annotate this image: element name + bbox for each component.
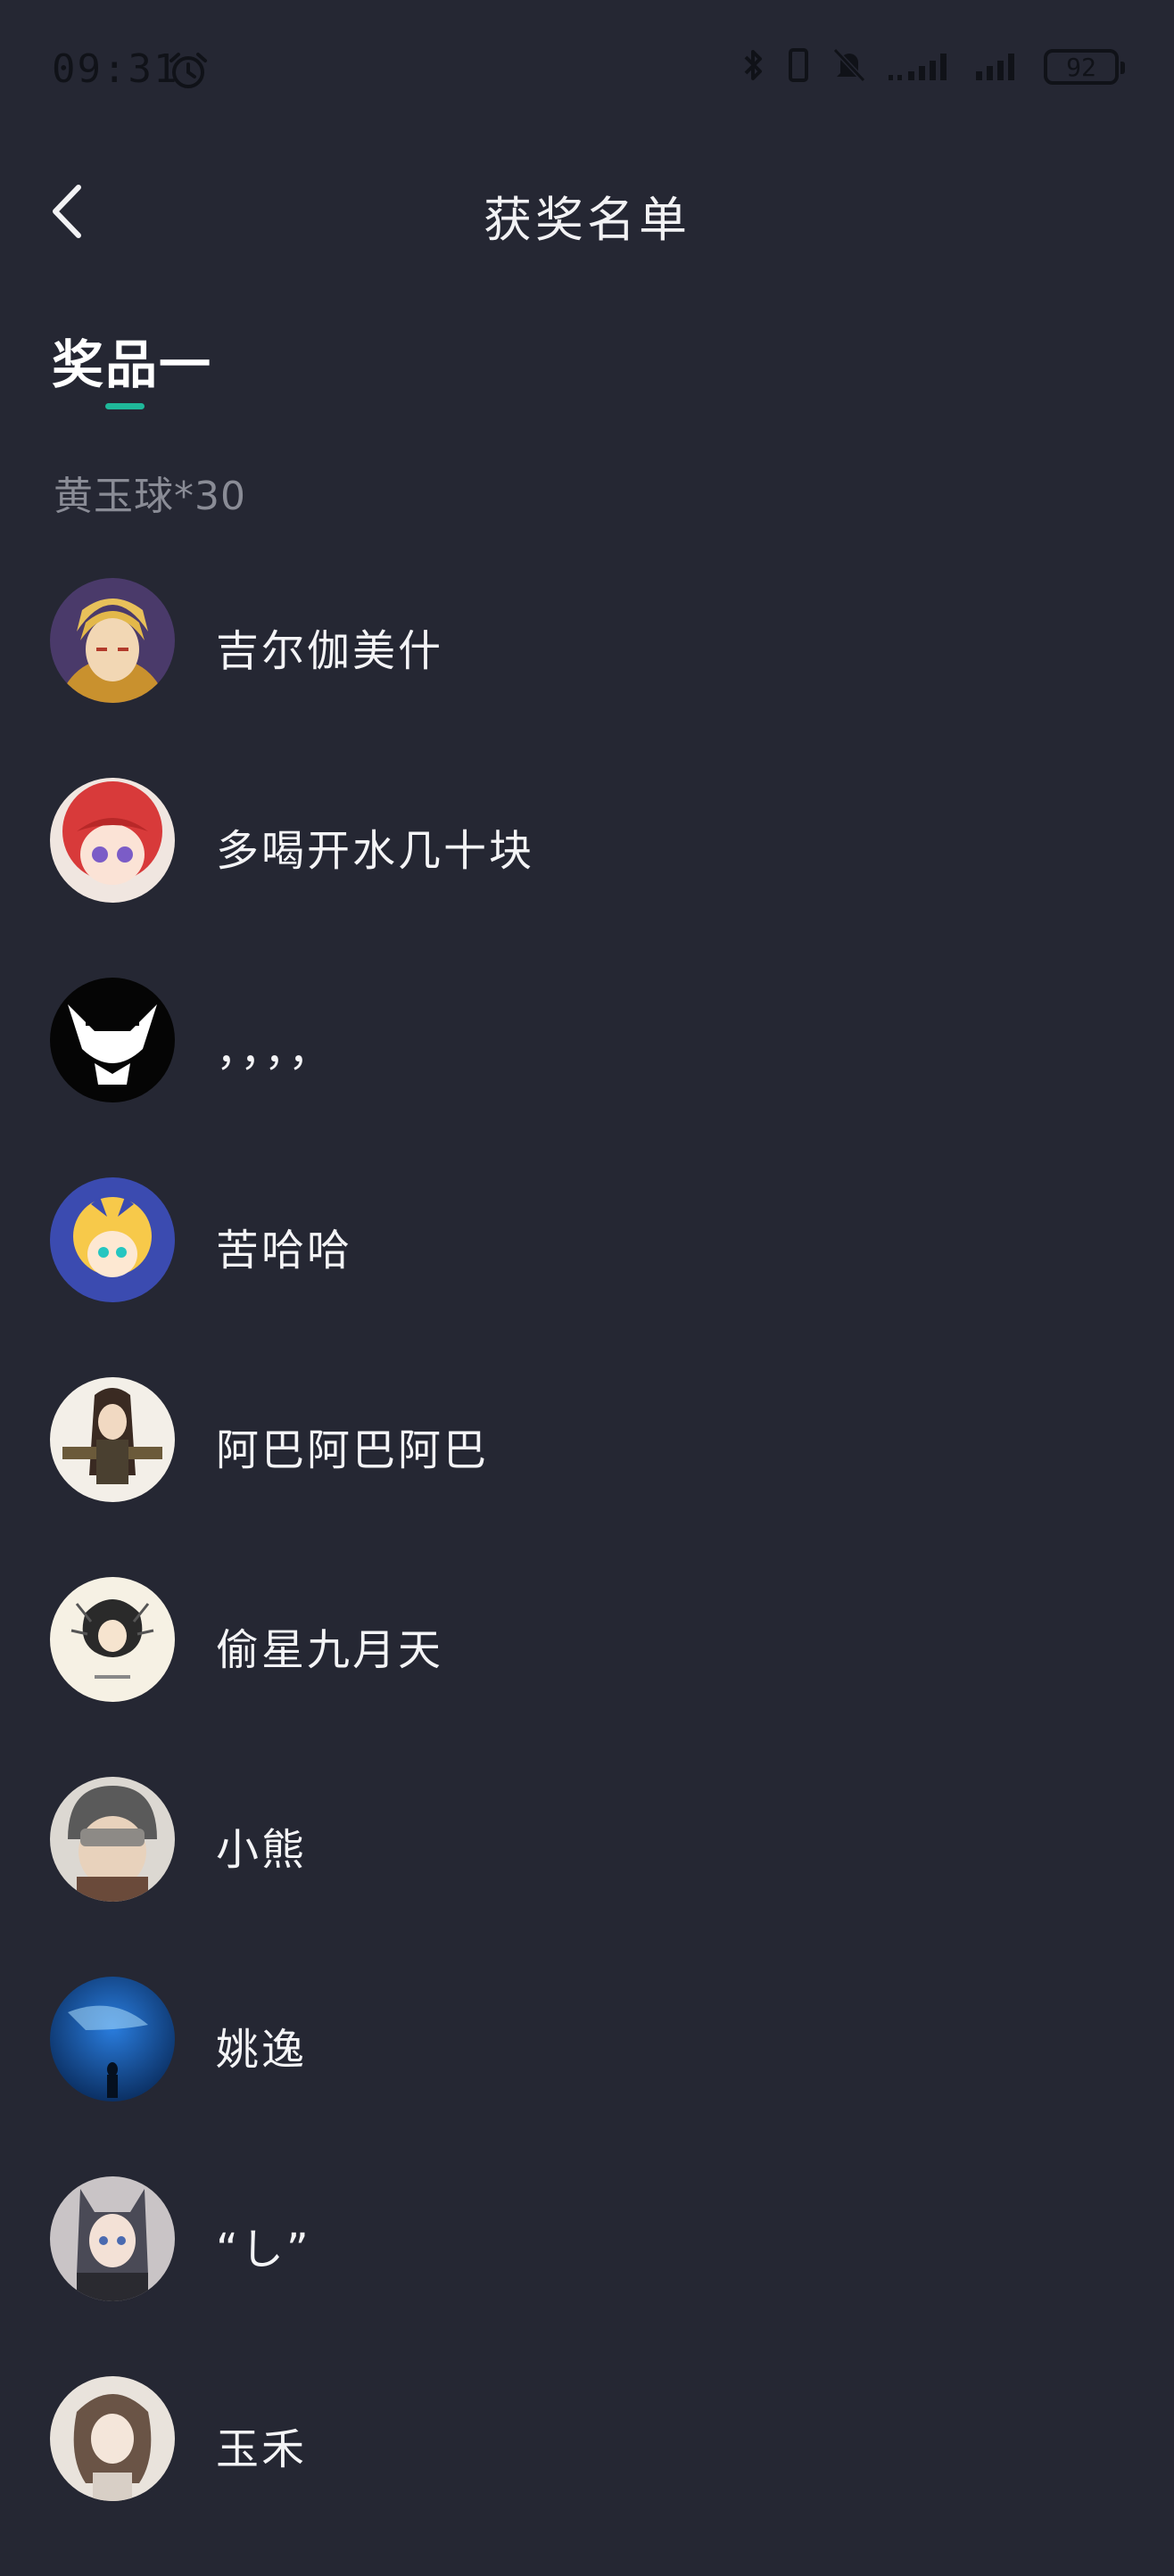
winner-name: 偷星九月天: [216, 1625, 444, 1675]
winner-name: 苦哈哈: [216, 1226, 353, 1276]
winner-name: 阿巴阿巴阿巴: [216, 1425, 490, 1475]
winner-name: 多喝开水几十块: [216, 826, 535, 876]
winner-name: 姚逸: [216, 2025, 308, 2075]
winner-name: 玉禾: [216, 2424, 308, 2474]
bluetooth-icon: [742, 46, 765, 87]
winner-name: ，，，，: [216, 1026, 335, 1076]
list-item: 多喝开水几十块: [0, 778, 1174, 978]
tab-active-indicator: [105, 403, 145, 409]
alarm-icon: [168, 52, 209, 93]
list-item: “し”: [0, 2176, 1174, 2376]
status-icons: 92: [742, 46, 1125, 87]
prize-description: 黄玉球*30: [54, 474, 246, 519]
status-bar: 09:31 92: [0, 0, 1174, 134]
page-title: 获奖名单: [484, 192, 690, 248]
winner-name: 吉尔伽美什: [216, 626, 444, 676]
avatar: [50, 1377, 175, 1502]
avatar: [50, 778, 175, 903]
avatar: [50, 578, 175, 703]
list-item: 姚逸: [0, 1977, 1174, 2176]
list-item: 阿巴阿巴阿巴: [0, 1377, 1174, 1577]
list-item: 苦哈哈: [0, 1177, 1174, 1377]
list-item: 偷星九月天: [0, 1577, 1174, 1777]
winner-name: “し”: [216, 2225, 311, 2275]
list-item: 吉尔伽美什: [0, 578, 1174, 778]
signal-icon: [887, 46, 955, 87]
avatar: [50, 1977, 175, 2101]
avatar: [50, 2176, 175, 2301]
winner-name: 小熊: [216, 1825, 308, 1875]
avatar: [50, 2376, 175, 2501]
avatar: [50, 978, 175, 1102]
vibrate-icon: [785, 46, 812, 87]
battery-indicator: 92: [1044, 49, 1125, 85]
avatar: [50, 1577, 175, 1702]
signal-icon: [974, 46, 1024, 87]
list-item: 小熊: [0, 1777, 1174, 1977]
list-item: ，，，，: [0, 978, 1174, 1177]
tab-prize-one[interactable]: 奖品一: [52, 323, 212, 398]
mute-icon: [831, 46, 867, 87]
status-time: 09:31: [52, 46, 179, 92]
avatar: [50, 1777, 175, 1902]
nav-bar: 获奖名单: [0, 161, 1174, 259]
avatar: [50, 1177, 175, 1302]
winner-list: 吉尔伽美什 多喝开水几十块 ，，，， 苦哈哈 阿巴阿巴阿巴 偷星九月天 小熊 姚…: [0, 578, 1174, 2576]
list-item: 玉禾: [0, 2376, 1174, 2576]
